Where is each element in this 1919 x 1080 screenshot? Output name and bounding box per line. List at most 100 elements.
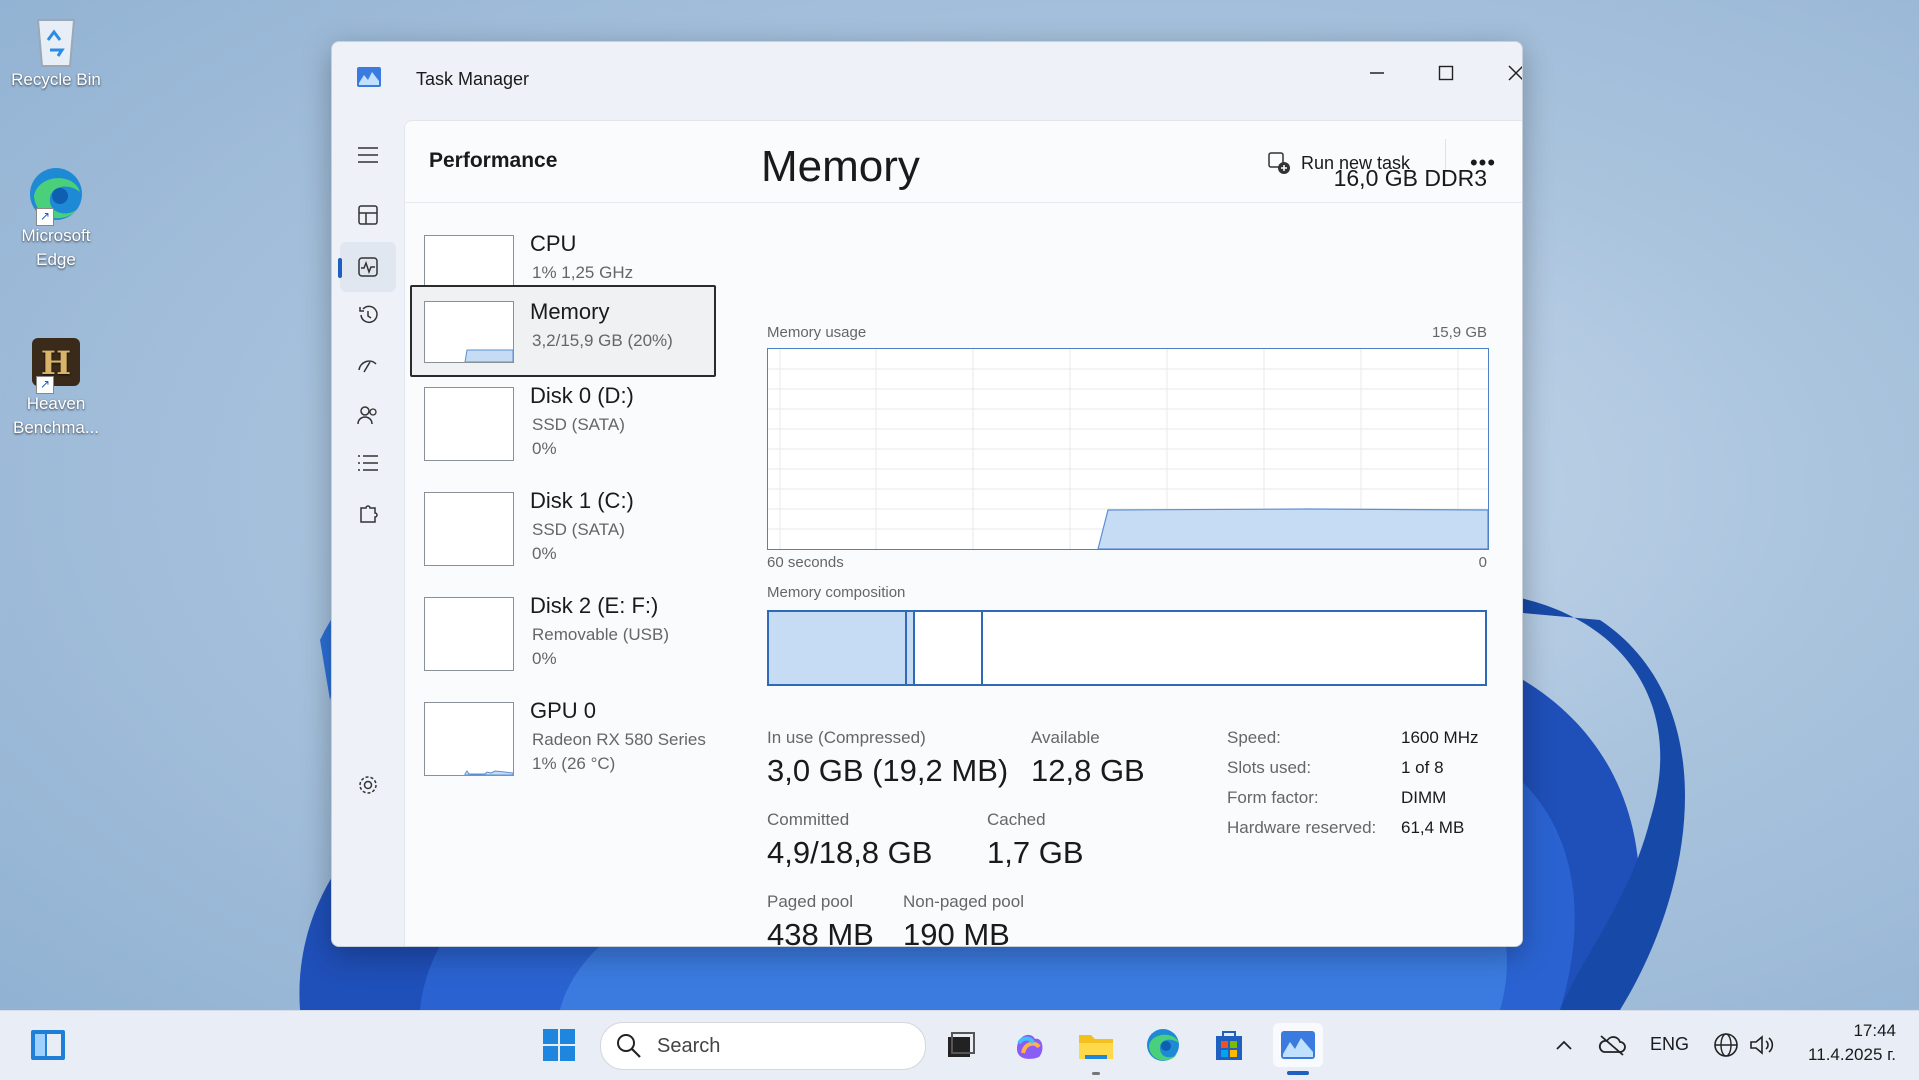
performance-page: Performance Run new task ••• CPU 1% 1,25…: [404, 120, 1522, 947]
run-task-icon: [1268, 152, 1290, 174]
taskbar: Search ENG 17:44 11.4.2025 г.: [0, 1010, 1919, 1080]
task-view-icon: [948, 1032, 975, 1057]
desktop-icon-label: Recycle Bin: [11, 70, 101, 89]
device-name: Disk 1 (C:): [530, 488, 634, 513]
desktop-icon-recycle-bin[interactable]: Recycle Bin: [6, 10, 106, 92]
hamburger-icon: [358, 147, 378, 163]
device-gpu-0[interactable]: GPU 0 Radeon RX 580 Series 1% (26 °C): [410, 690, 716, 782]
maximize-button[interactable]: [1416, 48, 1476, 98]
minimize-button[interactable]: [1347, 48, 1407, 98]
cloud-offline-icon: [1598, 1035, 1626, 1056]
desktop-icon-label: Microsoft Edge: [21, 226, 91, 269]
memory-usage-max: 15,9 GB: [1431, 324, 1487, 341]
nav-details[interactable]: [340, 438, 396, 488]
composition-in-use: [769, 612, 907, 684]
available-value: 12,8 GB: [1031, 753, 1145, 788]
device-info: 1% 1,25 GHz: [532, 263, 634, 282]
globe-icon: [1714, 1033, 1738, 1057]
device-name: CPU: [530, 231, 577, 256]
form-factor-label: Form factor:: [1227, 788, 1319, 807]
speed-label: Speed:: [1227, 728, 1281, 747]
slots-used-value: 1 of 8: [1401, 758, 1444, 777]
task-manager-taskbar-button[interactable]: [1273, 1023, 1323, 1075]
edge-icon: [1147, 1029, 1179, 1061]
taskbar-search-box[interactable]: Search: [600, 1022, 926, 1070]
hardware-reserved-value: 61,4 MB: [1401, 818, 1465, 837]
network-button[interactable]: [1706, 1023, 1746, 1067]
page-title: Performance: [429, 149, 558, 172]
clock-time: 17:44: [1853, 1021, 1896, 1040]
device-usage: 0%: [532, 649, 557, 668]
widgets-button[interactable]: [26, 1023, 70, 1067]
onedrive-status-button[interactable]: [1590, 1023, 1634, 1067]
memory-usage-chart: [768, 349, 1489, 550]
device-memory[interactable]: Memory 3,2/15,9 GB (20%): [410, 285, 716, 377]
heaven-benchmark-icon: H ↗: [28, 334, 84, 394]
navigation-rail: [332, 120, 404, 946]
close-button[interactable]: [1486, 48, 1522, 98]
device-info: Removable (USB): [532, 625, 669, 644]
nav-performance[interactable]: [338, 242, 396, 292]
active-indicator: [1287, 1071, 1309, 1075]
task-manager-icon: [1281, 1031, 1315, 1059]
clock[interactable]: 17:44 11.4.2025 г.: [1786, 1019, 1896, 1067]
language-indicator[interactable]: ENG: [1650, 1034, 1689, 1055]
running-indicator: [1092, 1072, 1100, 1075]
file-explorer-icon: [1079, 1035, 1113, 1059]
memory-spec: 16,0 GB DDR3: [1333, 165, 1487, 191]
settings-button[interactable]: [340, 760, 396, 810]
task-view-button[interactable]: [939, 1023, 983, 1067]
nav-processes[interactable]: [340, 190, 396, 240]
in-use-value: 3,0 GB (19,2 MB): [767, 753, 1009, 788]
device-usage: 0%: [532, 544, 557, 563]
search-placeholder: Search: [657, 1034, 721, 1057]
non-paged-pool-label: Non-paged pool: [903, 892, 1024, 911]
device-info: SSD (SATA): [532, 520, 625, 539]
nav-services[interactable]: [340, 488, 396, 538]
copilot-icon: [1017, 1034, 1043, 1059]
header-divider: [405, 202, 1522, 203]
detail-title: Memory: [761, 142, 920, 191]
copilot-button[interactable]: [1008, 1023, 1052, 1067]
edge-taskbar-button[interactable]: [1141, 1023, 1185, 1067]
speed-value: 1600 MHz: [1401, 728, 1479, 747]
store-icon: [1216, 1031, 1242, 1060]
start-button[interactable]: [537, 1023, 581, 1067]
users-icon: [357, 406, 377, 425]
device-name: Memory: [530, 299, 610, 324]
committed-label: Committed: [767, 810, 850, 829]
volume-button[interactable]: [1742, 1023, 1782, 1067]
performance-icon: [358, 257, 378, 277]
close-icon: [1508, 65, 1522, 81]
store-button[interactable]: [1207, 1023, 1251, 1067]
file-explorer-button[interactable]: [1074, 1023, 1118, 1075]
details-list-icon: [358, 455, 378, 471]
memory-composition-label: Memory composition: [767, 584, 906, 601]
gear-icon: [359, 776, 377, 794]
disk-1-thumbnail-graph: [424, 492, 514, 566]
device-disk-1[interactable]: Disk 1 (C:) SSD (SATA) 0%: [410, 480, 716, 572]
nav-startup-apps[interactable]: [340, 340, 396, 390]
paged-pool-value: 438 MB: [767, 917, 874, 947]
services-puzzle-icon: [360, 505, 378, 523]
cached-value: 1,7 GB: [987, 835, 1084, 870]
recycle-bin-icon: [28, 10, 84, 67]
device-disk-0[interactable]: Disk 0 (D:) SSD (SATA) 0%: [410, 375, 716, 467]
composition-modified: [907, 612, 915, 684]
hamburger-menu-button[interactable]: [340, 130, 396, 180]
device-usage: 1% (26 °C): [532, 754, 616, 773]
memory-composition-bar: [767, 610, 1487, 686]
device-disk-2[interactable]: Disk 2 (E: F:) Removable (USB) 0%: [410, 585, 716, 677]
nav-users[interactable]: [340, 390, 396, 440]
memory-usage-graph: [767, 348, 1489, 550]
title-bar[interactable]: Task Manager: [332, 42, 1522, 120]
memory-thumbnail-graph: [424, 301, 514, 363]
show-hidden-icons-button[interactable]: [1542, 1023, 1586, 1067]
graph-time-right: 0: [1478, 554, 1487, 571]
speaker-icon: [1750, 1035, 1774, 1055]
cached-label: Cached: [987, 810, 1046, 829]
desktop-icon-heaven-benchmark[interactable]: H ↗ Heaven Benchma...: [6, 334, 106, 440]
maximize-icon: [1438, 65, 1454, 81]
desktop-icon-edge[interactable]: ↗ Microsoft Edge: [6, 166, 106, 272]
nav-app-history[interactable]: [340, 290, 396, 340]
